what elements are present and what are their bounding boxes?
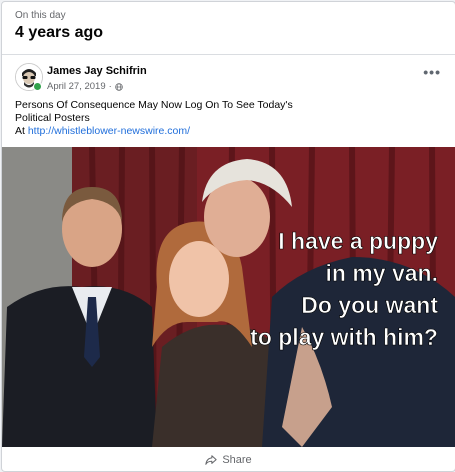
post-image[interactable]: I have a puppy in my van. Do you want to… [2,147,455,447]
divider [2,54,455,55]
image-caption-line1: I have a puppy [278,228,438,254]
post-text-line2: Political Posters [15,112,90,124]
memory-title: 4 years ago [15,24,104,41]
share-button[interactable]: Share [2,448,455,471]
image-caption-line2: in my van. [326,260,438,286]
image-caption-line4: to play with him? [250,324,438,350]
link-prefix: At [15,125,25,137]
online-status-dot [33,82,42,91]
share-icon [205,454,217,465]
post-date[interactable]: April 27, 2019 [47,81,106,92]
memory-label: On this day [15,10,66,21]
post-photo-illustration: I have a puppy in my van. Do you want to… [2,147,455,447]
author-name[interactable]: James Jay Schifrin [47,65,147,77]
post-text: Persons Of Consequence May Now Log On To… [15,99,315,138]
post-text-line1: Persons Of Consequence May Now Log On To… [15,99,293,111]
post-link-line: At http://whistleblower-newswire.com/ [15,125,315,138]
meta-separator: · [108,81,112,92]
image-caption-line3: Do you want [301,292,438,318]
globe-icon [115,82,123,91]
memory-card: On this day 4 years ago James Jay Schifr… [1,1,455,472]
post-link[interactable]: http://whistleblower-newswire.com/ [28,125,190,137]
share-label: Share [222,453,252,466]
post-meta: April 27, 2019 · [47,81,123,92]
memory-header: On this day 4 years ago [15,10,103,42]
more-options-icon[interactable]: ••• [423,65,441,79]
